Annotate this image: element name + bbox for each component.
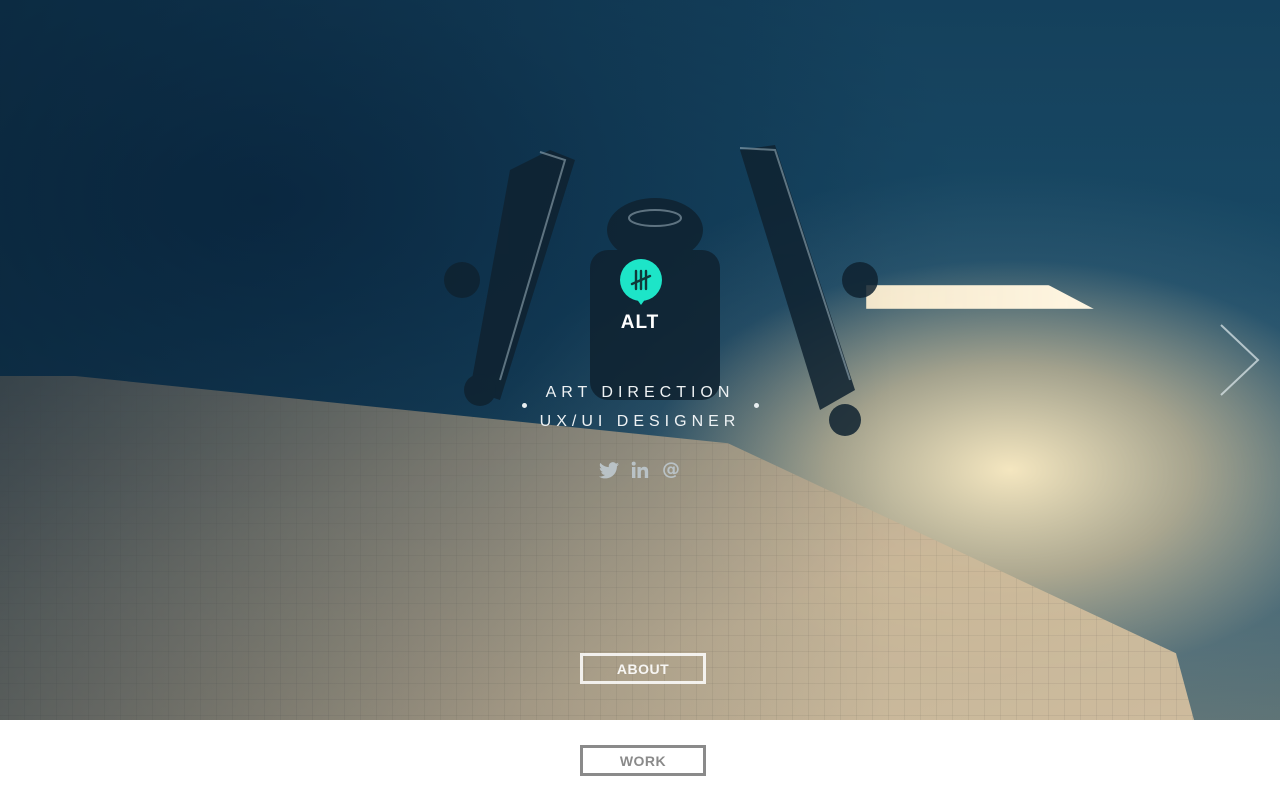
decorative-dot-right: [754, 403, 759, 408]
twitter-icon[interactable]: [598, 459, 620, 481]
next-slide-chevron-right-icon[interactable]: [1218, 322, 1262, 398]
brand-name: ALT: [620, 312, 660, 333]
email-glyph: @: [662, 459, 680, 480]
social-links: @: [598, 459, 682, 481]
tagline-line-2: UX/UI DESIGNER: [539, 413, 741, 430]
work-button[interactable]: WORK: [580, 745, 706, 776]
about-button[interactable]: ABOUT: [580, 653, 706, 684]
hero-section: ALT ART DIRECTION UX/UI DESIGNER @ ABOUT: [0, 0, 1280, 720]
linkedin-icon[interactable]: [629, 459, 651, 481]
brand-logo-icon[interactable]: [619, 259, 663, 305]
tagline-line-1: ART DIRECTION: [545, 384, 735, 401]
email-icon[interactable]: @: [660, 459, 682, 481]
tagline: ART DIRECTION UX/UI DESIGNER: [500, 378, 780, 436]
decorative-dot-left: [522, 403, 527, 408]
